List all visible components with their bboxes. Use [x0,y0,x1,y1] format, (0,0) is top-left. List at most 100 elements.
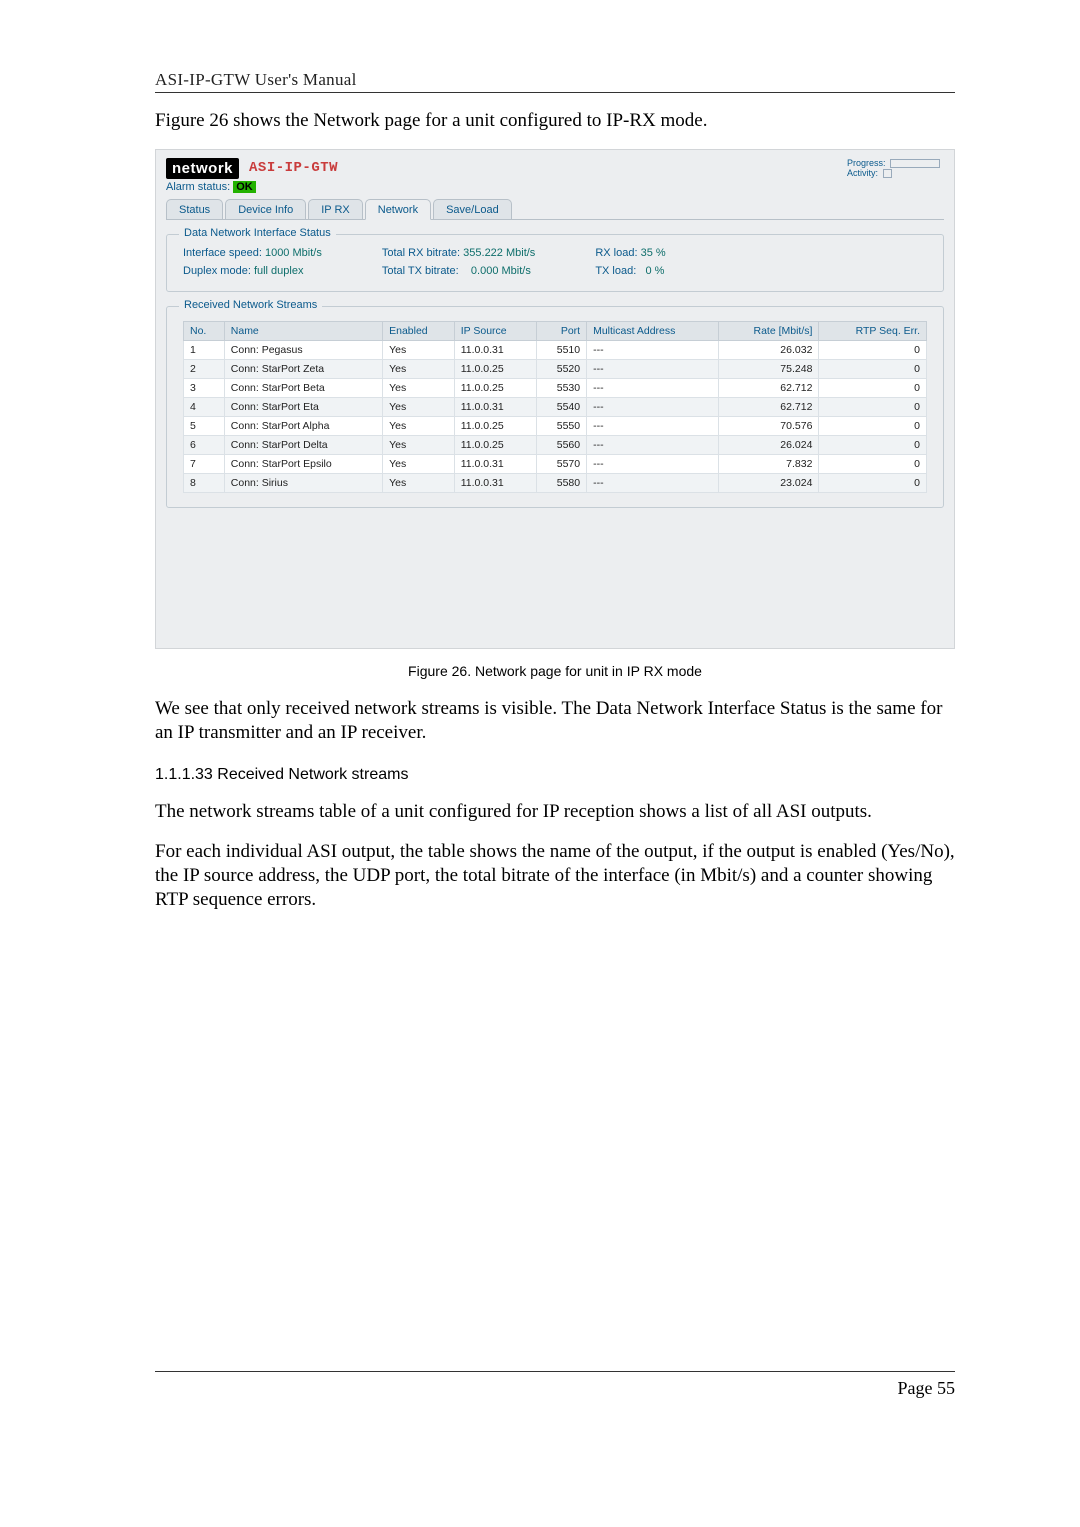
para-1: We see that only received network stream… [155,697,955,745]
table-cell: 7.832 [719,454,819,473]
table-cell: 0 [819,416,927,435]
alarm-value: OK [233,181,256,193]
section-heading: 1.1.1.33 Received Network streams [155,766,955,784]
table-cell: 0 [819,473,927,492]
interface-legend: Data Network Interface Status [179,227,336,239]
table-cell: 5540 [536,397,587,416]
tab-status[interactable]: Status [166,199,223,220]
table-cell: 62.712 [719,378,819,397]
rx-load-value: 35 % [641,247,666,259]
table-cell: 0 [819,378,927,397]
col-header: Port [536,321,587,340]
table-cell: 7 [184,454,225,473]
tx-bitrate-value: 0.000 Mbit/s [471,265,531,277]
table-cell: Yes [383,340,455,359]
table-cell: 6 [184,435,225,454]
iface-duplex-value: full duplex [254,265,304,277]
received-streams-group: Received Network Streams No.NameEnabledI… [166,306,944,508]
table-cell: 0 [819,340,927,359]
col-header: Multicast Address [587,321,719,340]
table-cell: 11.0.0.25 [454,416,536,435]
table-cell: Yes [383,378,455,397]
rx-bitrate-label: Total RX bitrate: [382,247,460,259]
progress-label: Progress: [847,158,886,168]
table-cell: 4 [184,397,225,416]
table-cell: 8 [184,473,225,492]
network-page-screenshot: Progress: Activity: network ASI-IP-GTW A… [155,149,955,649]
table-cell: 11.0.0.31 [454,473,536,492]
table-cell: --- [587,416,719,435]
table-cell: 11.0.0.31 [454,454,536,473]
table-cell: Conn: StarPort Beta [224,378,382,397]
table-cell: --- [587,435,719,454]
rx-bitrate-value: 355.222 Mbit/s [463,247,535,259]
top-right-status: Progress: Activity: [847,158,940,178]
table-row[interactable]: 4Conn: StarPort EtaYes11.0.0.315540---62… [184,397,927,416]
table-cell: --- [587,454,719,473]
table-cell: 5520 [536,359,587,378]
table-cell: 1 [184,340,225,359]
tab-save-load[interactable]: Save/Load [433,199,512,220]
table-row[interactable]: 1Conn: PegasusYes11.0.0.315510---26.0320 [184,340,927,359]
table-cell: 5530 [536,378,587,397]
table-cell: Yes [383,359,455,378]
table-cell: Yes [383,416,455,435]
table-row[interactable]: 6Conn: StarPort DeltaYes11.0.0.255560---… [184,435,927,454]
table-cell: Conn: StarPort Eta [224,397,382,416]
table-cell: 0 [819,397,927,416]
tab-ip-rx[interactable]: IP RX [308,199,363,220]
tab-device-info[interactable]: Device Info [225,199,306,220]
tab-strip: StatusDevice InfoIP RXNetworkSave/Load [166,199,944,220]
table-cell: Conn: StarPort Zeta [224,359,382,378]
table-cell: --- [587,359,719,378]
table-cell: 0 [819,359,927,378]
table-cell: 11.0.0.31 [454,397,536,416]
table-row[interactable]: 8Conn: SiriusYes11.0.0.315580---23.0240 [184,473,927,492]
col-header: No. [184,321,225,340]
interface-status-group: Data Network Interface Status Interface … [166,234,944,292]
para-3: For each individual ASI output, the tabl… [155,840,955,911]
table-row[interactable]: 2Conn: StarPort ZetaYes11.0.0.255520---7… [184,359,927,378]
table-cell: 26.032 [719,340,819,359]
activity-label: Activity: [847,168,878,178]
table-row[interactable]: 5Conn: StarPort AlphaYes11.0.0.255550---… [184,416,927,435]
table-cell: Conn: Sirius [224,473,382,492]
iface-duplex-label: Duplex mode: [183,265,251,277]
table-cell: --- [587,473,719,492]
table-row[interactable]: 7Conn: StarPort EpsiloYes11.0.0.315570--… [184,454,927,473]
col-header: Rate [Mbit/s] [719,321,819,340]
table-cell: --- [587,340,719,359]
tx-load-value: 0 % [645,265,664,277]
table-cell: 70.576 [719,416,819,435]
alarm-label: Alarm status: [166,181,230,193]
table-cell: Yes [383,397,455,416]
table-cell: 5570 [536,454,587,473]
streams-table: No.NameEnabledIP SourcePortMulticast Add… [183,321,927,493]
doc-header: ASI-IP-GTW User's Manual [155,70,357,90]
table-cell: 11.0.0.25 [454,378,536,397]
table-cell: Yes [383,454,455,473]
table-cell: Yes [383,473,455,492]
table-cell: 0 [819,454,927,473]
tx-load-label: TX load: [595,265,636,277]
tab-network[interactable]: Network [365,199,431,220]
table-cell: 3 [184,378,225,397]
table-cell: Conn: Pegasus [224,340,382,359]
table-cell: --- [587,378,719,397]
table-row[interactable]: 3Conn: StarPort BetaYes11.0.0.255530---6… [184,378,927,397]
col-header: Enabled [383,321,455,340]
table-cell: Yes [383,435,455,454]
rx-load-label: RX load: [595,247,637,259]
iface-speed-label: Interface speed: [183,247,262,259]
col-header: IP Source [454,321,536,340]
iface-speed-value: 1000 Mbit/s [265,247,322,259]
table-cell: 23.024 [719,473,819,492]
table-cell: --- [587,397,719,416]
table-cell: 5510 [536,340,587,359]
table-cell: Conn: StarPort Delta [224,435,382,454]
table-cell: 62.712 [719,397,819,416]
tx-bitrate-label: Total TX bitrate: [382,265,459,277]
table-cell: 11.0.0.25 [454,359,536,378]
intro-text: Figure 26 shows the Network page for a u… [155,109,955,133]
table-cell: 5 [184,416,225,435]
